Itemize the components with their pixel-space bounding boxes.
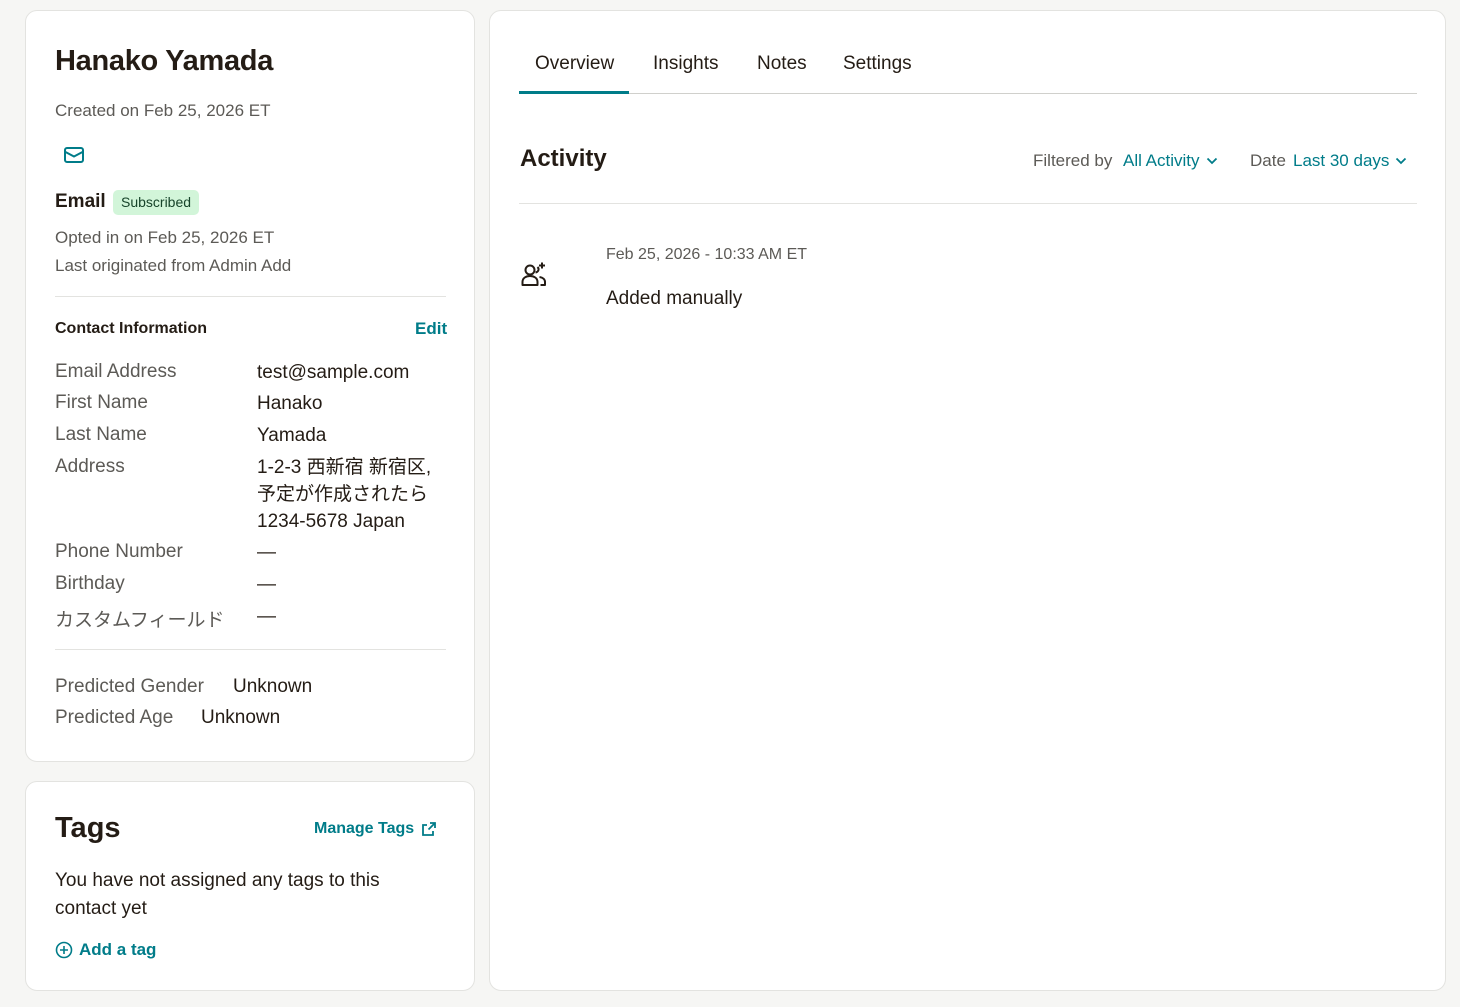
field-label-first-name: First Name bbox=[55, 392, 148, 413]
add-user-icon bbox=[521, 262, 546, 286]
activity-filter-dropdown[interactable]: All Activity bbox=[1123, 151, 1218, 171]
activity-title: Activity bbox=[520, 145, 607, 172]
chevron-down-icon bbox=[1396, 157, 1407, 165]
field-value-phone-number: — bbox=[257, 539, 276, 566]
field-value-birthday: — bbox=[257, 571, 276, 598]
email-channel-label: Email bbox=[55, 191, 106, 212]
field-label-phone-number: Phone Number bbox=[55, 541, 183, 562]
activity-event-text: Added manually bbox=[606, 288, 743, 309]
field-value-first-name: Hanako bbox=[257, 390, 323, 417]
external-link-icon bbox=[422, 822, 437, 836]
last-originated-text: Last originated from Admin Add bbox=[55, 256, 292, 275]
field-value-line: test@sample.com bbox=[257, 362, 410, 383]
tab-insights[interactable]: Insights bbox=[653, 53, 718, 75]
add-tag-button[interactable]: Add a tag bbox=[55, 940, 156, 960]
date-range-value: Last 30 days bbox=[1293, 151, 1390, 170]
date-range-dropdown[interactable]: Last 30 days bbox=[1293, 151, 1407, 171]
tags-title: Tags bbox=[55, 812, 121, 844]
contact-info-title: Contact Information bbox=[55, 320, 207, 337]
add-tag-label: Add a tag bbox=[79, 940, 157, 959]
tab-bar: Overview Insights Notes Settings bbox=[518, 11, 1417, 94]
predicted-gender-label: Predicted Gender bbox=[55, 676, 204, 697]
plus-circle-icon bbox=[55, 941, 73, 959]
field-label-birthday: Birthday bbox=[55, 573, 125, 594]
field-value-line: 1-2-3 西新宿 新宿区, bbox=[257, 457, 432, 478]
field-value-line: Yamada bbox=[257, 425, 327, 446]
tags-empty-message: You have not assigned any tags to this c… bbox=[55, 870, 380, 919]
status-badge: Subscribed bbox=[113, 190, 200, 215]
chevron-down-icon bbox=[1206, 157, 1217, 165]
activity-panel: Overview Insights Notes Settings Activit… bbox=[489, 10, 1446, 991]
activity-event-time: Feb 25, 2026 - 10:33 AM ET bbox=[606, 246, 808, 263]
divider bbox=[55, 649, 446, 650]
field-value-email-address: test@sample.com bbox=[257, 359, 409, 386]
activity-filter-value: All Activity bbox=[1123, 151, 1200, 170]
field-label-custom-field: カスタムフィールド bbox=[55, 610, 225, 631]
tab-notes[interactable]: Notes bbox=[757, 53, 807, 75]
field-value-line: — bbox=[257, 606, 276, 627]
tags-card: Tags Manage Tags You have not assigned a… bbox=[25, 781, 475, 991]
manage-tags-label: Manage Tags bbox=[314, 820, 415, 837]
field-value-line: Hanako bbox=[257, 393, 323, 414]
field-label-address: Address bbox=[55, 456, 125, 477]
manage-tags-link[interactable]: Manage Tags bbox=[314, 820, 437, 838]
profile-card: Hanako Yamada Created on Feb 25, 2026 ET… bbox=[25, 10, 475, 762]
predicted-age-label: Predicted Age bbox=[55, 707, 174, 728]
divider bbox=[55, 296, 446, 297]
field-value-line: 予定が作成されたら bbox=[257, 484, 429, 505]
tab-settings[interactable]: Settings bbox=[843, 53, 912, 75]
divider bbox=[519, 203, 1417, 204]
field-value-line: — bbox=[257, 542, 276, 563]
field-label-last-name: Last Name bbox=[55, 424, 147, 445]
field-value-line: — bbox=[257, 574, 276, 595]
filter-label: Filtered by bbox=[1033, 151, 1113, 170]
opted-in-text: Opted in on Feb 25, 2026 ET bbox=[55, 228, 275, 247]
field-value-line: 1234-5678 Japan bbox=[257, 511, 405, 532]
predicted-age-value: Unknown bbox=[201, 707, 281, 728]
mail-icon bbox=[64, 147, 84, 163]
field-label-email-address: Email Address bbox=[55, 361, 177, 382]
created-on-text: Created on Feb 25, 2026 ET bbox=[55, 101, 271, 120]
field-value-last-name: Yamada bbox=[257, 422, 326, 449]
contact-name: Hanako Yamada bbox=[55, 45, 274, 77]
field-value-address: 1-2-3 西新宿 新宿区, 予定が作成されたら 1234-5678 Japan bbox=[257, 454, 431, 535]
edit-contact-button[interactable]: Edit bbox=[415, 319, 447, 339]
predicted-gender-value: Unknown bbox=[233, 676, 313, 697]
tab-overview[interactable]: Overview bbox=[518, 53, 630, 94]
field-value-custom-field: — bbox=[257, 603, 276, 630]
date-label: Date bbox=[1250, 151, 1286, 170]
